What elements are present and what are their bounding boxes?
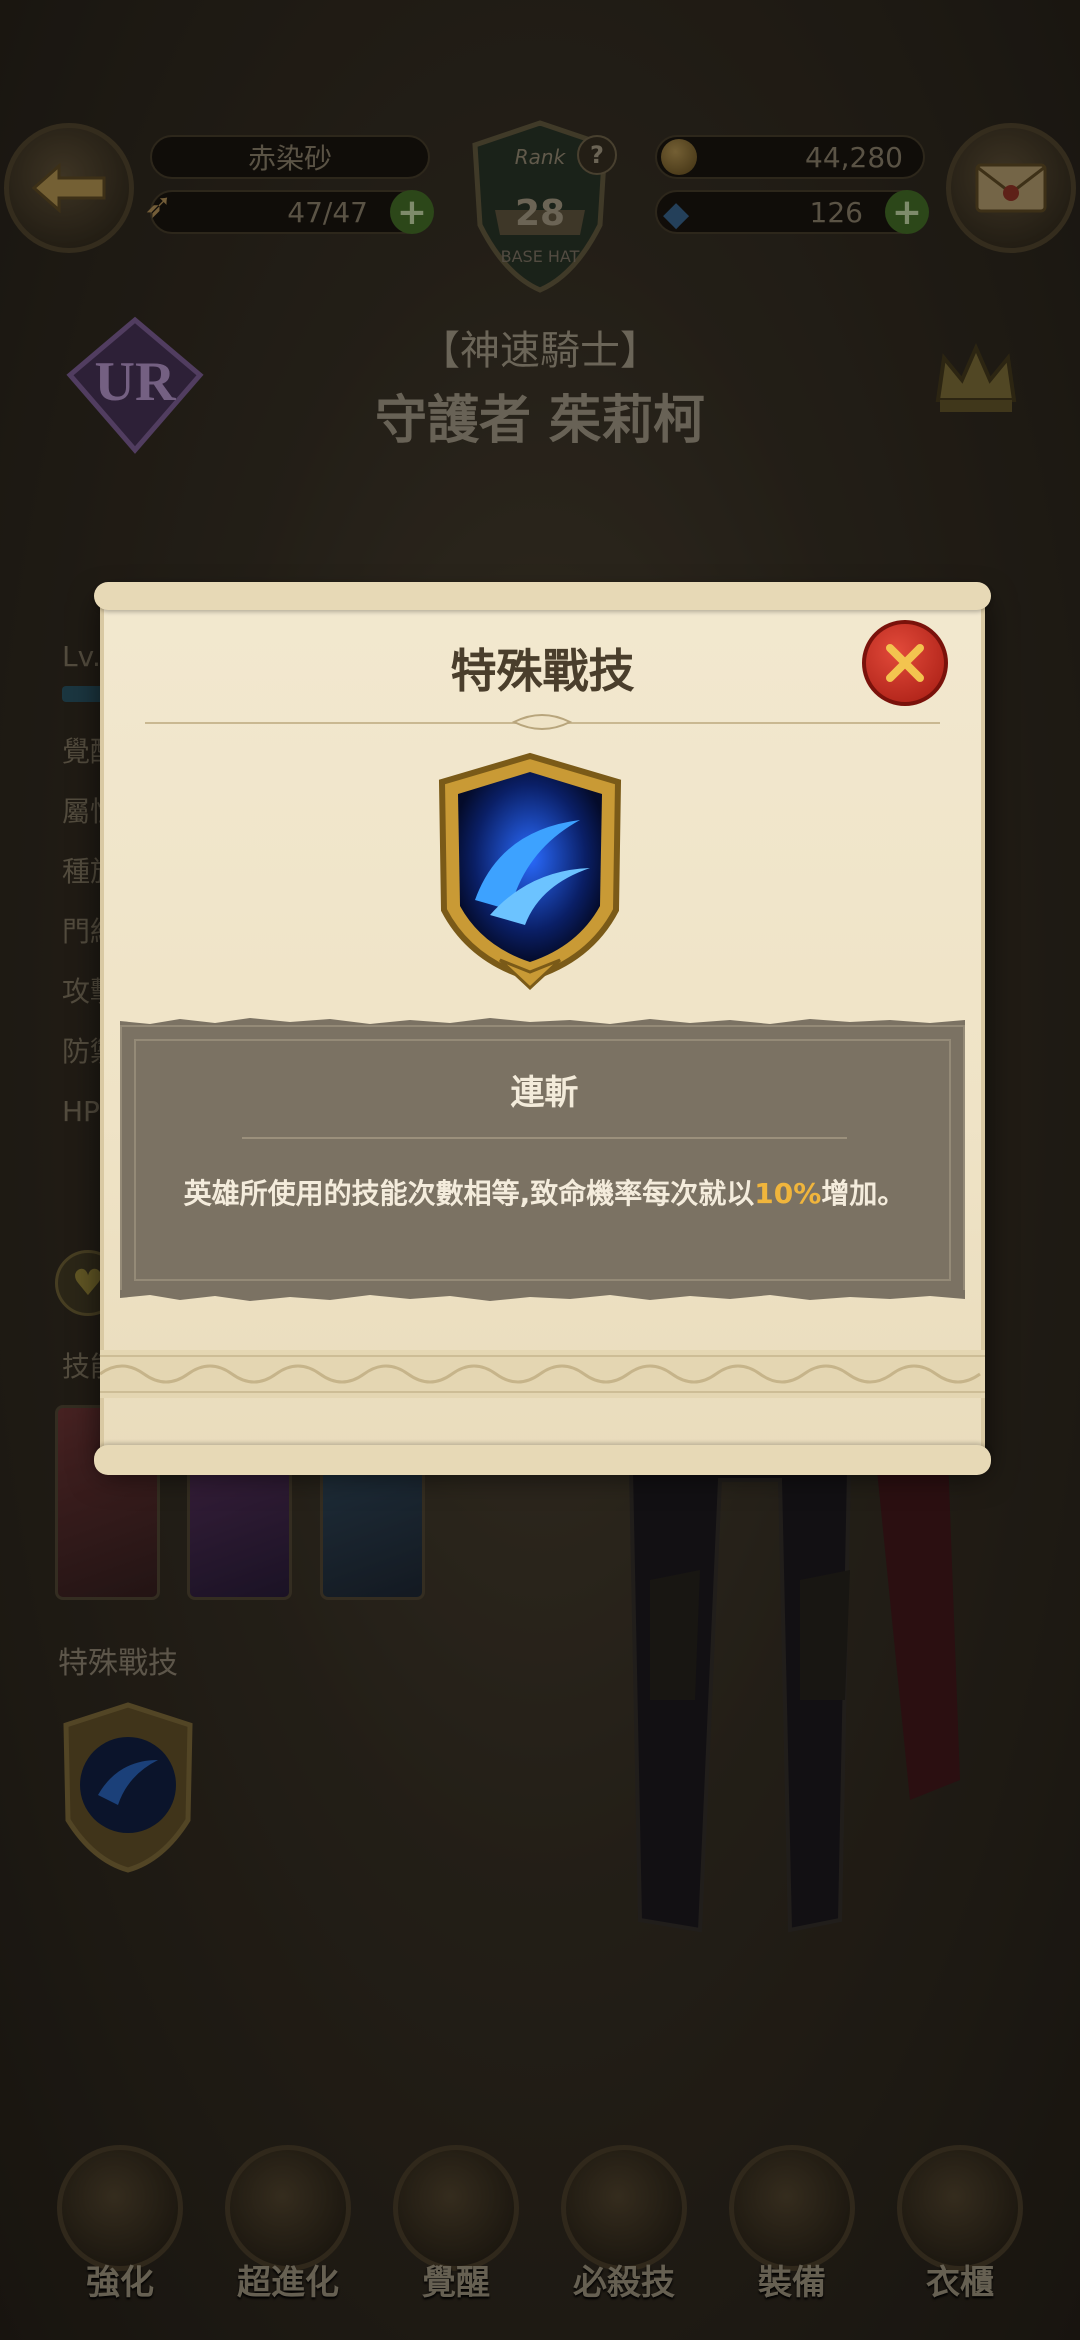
skill-emblem-icon (438, 752, 622, 991)
skill-name-divider (242, 1137, 847, 1139)
skill-description: 英雄所使用的技能次數相等,致命機率每次就以10%增加。 (122, 1172, 967, 1212)
divider-ornament-icon (512, 714, 572, 730)
skill-description-part1: 英雄所使用的技能次數相等,致命機率每次就以 (183, 1177, 755, 1210)
torn-edge-bottom (120, 1290, 965, 1301)
scroll-lace-border (100, 1350, 985, 1398)
modal-title: 特殊戰技 (450, 644, 635, 698)
skill-name: 連斬 (510, 1073, 579, 1113)
skill-description-part2: 增加。 (821, 1177, 906, 1210)
close-button[interactable] (862, 620, 948, 706)
scroll-top-edge (94, 582, 991, 610)
special-skill-modal: 特殊戰技 連斬 英雄所使用的技能次數相等,致命機率每次就以10%增加。 (94, 582, 991, 1475)
crit-rate-value: 10% (754, 1177, 822, 1210)
scroll-bottom-edge (94, 1445, 991, 1475)
close-icon (886, 644, 924, 682)
skill-description-panel: 連斬 英雄所使用的技能次數相等,致命機率每次就以10%增加。 (120, 1025, 965, 1295)
